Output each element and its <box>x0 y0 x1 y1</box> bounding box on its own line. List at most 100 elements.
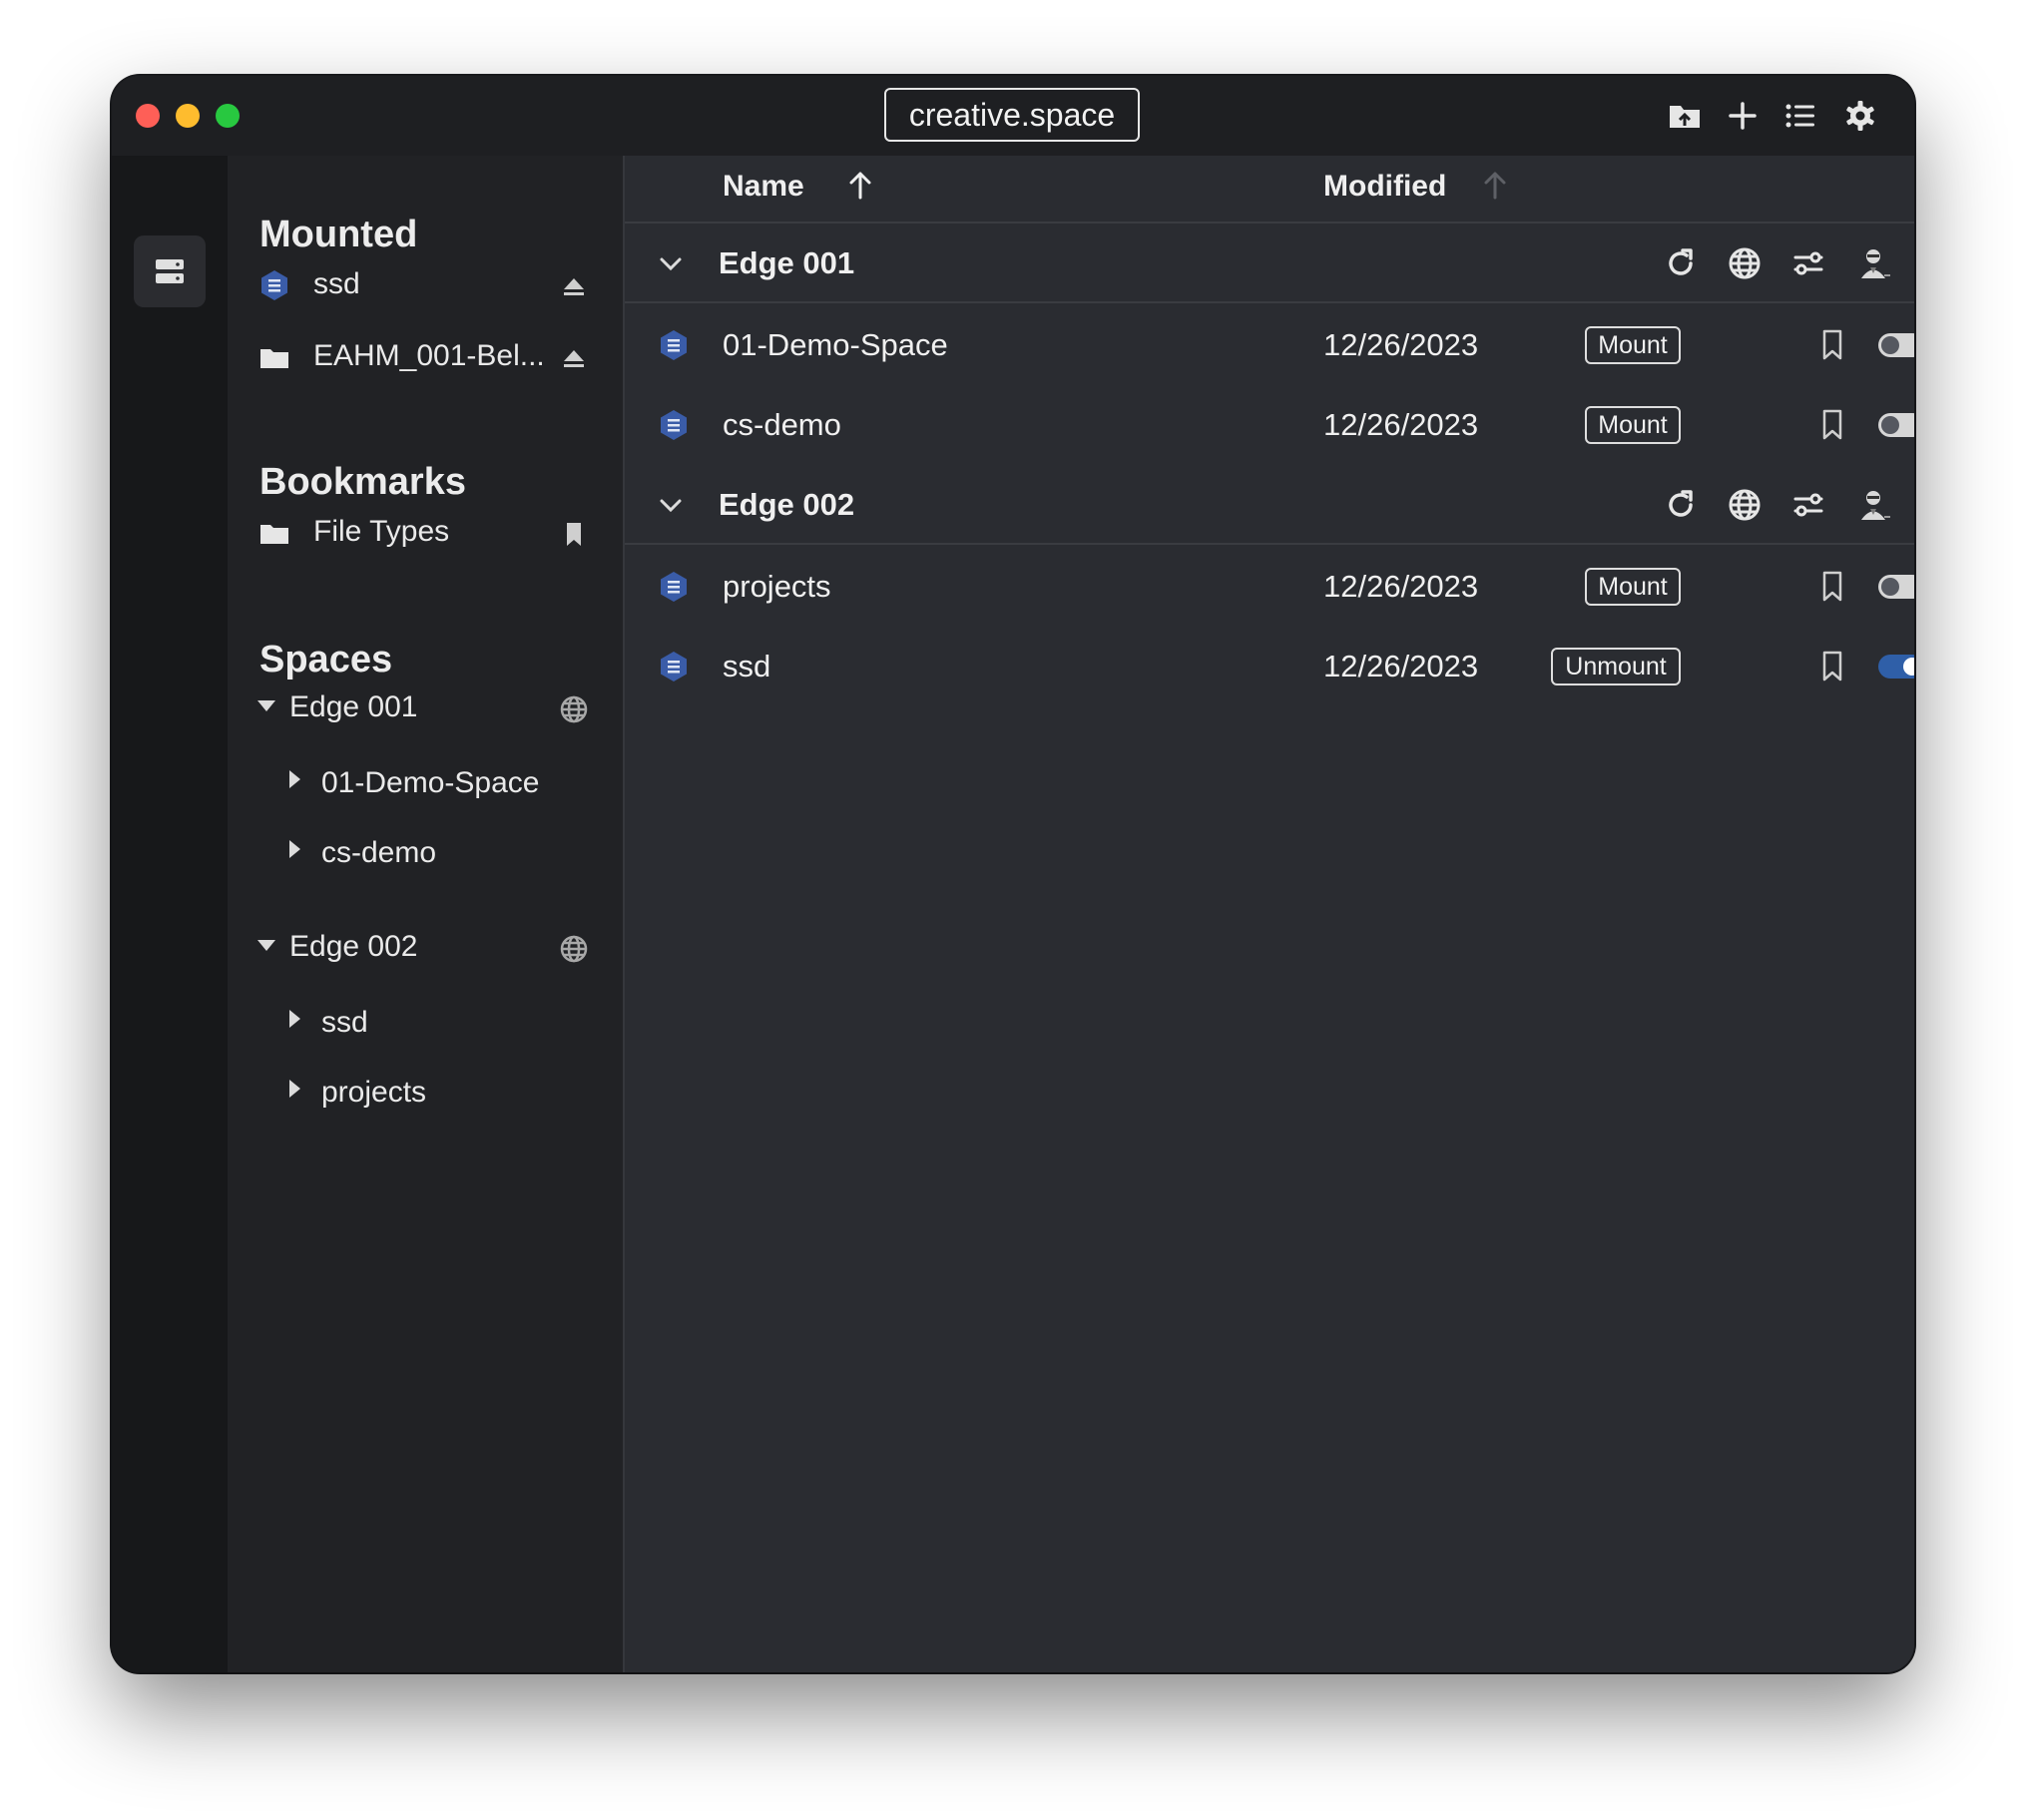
close-window-button[interactable] <box>136 104 160 128</box>
sliders-icon[interactable] <box>1790 487 1826 523</box>
unmount-button[interactable]: Unmount <box>1551 648 1681 685</box>
group-header-edge-001[interactable]: Edge 001 <box>625 224 1914 303</box>
toggle-knob <box>1881 578 1899 596</box>
space-item-label: ssd <box>321 1006 368 1039</box>
mounted-heading: Mounted <box>259 214 418 255</box>
group-header-edge-002[interactable]: Edge 002 <box>625 465 1914 545</box>
eject-icon[interactable] <box>559 343 589 373</box>
bookmarks-heading: Bookmarks <box>259 461 466 503</box>
mounted-item-label: EAHM_001-Bel... <box>313 339 545 372</box>
mounted-item-ssd[interactable]: ssd <box>228 257 623 313</box>
row-modified: 12/26/2023 <box>1323 649 1479 683</box>
space-item-cs-demo[interactable]: cs-demo <box>228 826 623 882</box>
bookmark-icon[interactable] <box>559 519 589 549</box>
upload-folder-icon[interactable] <box>1667 98 1703 134</box>
sort-inactive-icon[interactable] <box>1481 170 1509 202</box>
drive-icon <box>659 571 689 603</box>
space-row-projects[interactable]: projects 12/26/2023 Mount <box>625 547 1914 627</box>
caret-right-icon[interactable] <box>289 1080 300 1098</box>
row-name: cs-demo <box>723 407 841 442</box>
avatar[interactable] <box>1856 245 1892 281</box>
space-item-projects[interactable]: projects <box>228 1066 623 1122</box>
caret-right-icon[interactable] <box>289 840 300 858</box>
window-title: creative.space <box>884 88 1140 142</box>
toggle-knob <box>1881 336 1899 354</box>
refresh-icon[interactable] <box>1663 245 1699 281</box>
mount-toggle[interactable] <box>1878 333 1914 357</box>
server-icon <box>156 259 184 283</box>
name-column-header[interactable]: Name <box>723 170 804 204</box>
row-modified: 12/26/2023 <box>1323 327 1479 362</box>
drive-icon <box>259 269 289 301</box>
bookmark-item-label: File Types <box>313 515 450 548</box>
caret-down-icon[interactable] <box>257 700 275 711</box>
space-row-cs-demo[interactable]: cs-demo 12/26/2023 Mount <box>625 385 1914 465</box>
space-item-label: 01-Demo-Space <box>321 766 540 799</box>
sort-ascending-icon[interactable] <box>846 170 874 202</box>
mount-button[interactable]: Mount <box>1585 568 1681 606</box>
toggle-knob <box>1903 658 1914 676</box>
modified-column-header[interactable]: Modified <box>1323 170 1446 204</box>
mounted-item-eahm[interactable]: EAHM_001-Bel... <box>228 329 623 385</box>
group-name: Edge 002 <box>719 487 855 522</box>
sliders-icon[interactable] <box>1790 245 1826 281</box>
space-item-label: projects <box>321 1076 427 1109</box>
globe-icon[interactable] <box>1727 487 1763 523</box>
mount-toggle[interactable] <box>1878 413 1914 437</box>
spaces-heading: Spaces <box>259 639 393 681</box>
title-bar: creative.space <box>112 76 1914 156</box>
row-modified: 12/26/2023 <box>1323 569 1479 604</box>
drive-icon <box>659 409 689 441</box>
space-group-edge-002[interactable]: Edge 002 <box>228 920 623 976</box>
row-name: projects <box>723 569 831 604</box>
space-row-01-demo-space[interactable]: 01-Demo-Space 12/26/2023 Mount <box>625 305 1914 385</box>
globe-icon[interactable] <box>559 694 589 724</box>
space-group-edge-001[interactable]: Edge 001 <box>228 681 623 736</box>
folder-icon <box>259 517 289 549</box>
space-item-01-demo-space[interactable]: 01-Demo-Space <box>228 756 623 812</box>
bookmark-icon[interactable] <box>1818 407 1846 443</box>
nav-rail <box>112 156 228 1672</box>
mount-toggle[interactable] <box>1878 575 1914 599</box>
avatar[interactable] <box>1856 487 1892 523</box>
column-header: Name Modified <box>625 156 1914 224</box>
row-name: ssd <box>723 649 771 683</box>
eject-icon[interactable] <box>559 271 589 301</box>
chevron-down-icon[interactable] <box>657 249 685 277</box>
zoom-window-button[interactable] <box>216 104 240 128</box>
sidebar: Mounted ssd EAHM_001-Bel... Bookmarks Fi… <box>228 156 625 1672</box>
drive-icon <box>659 651 689 682</box>
refresh-icon[interactable] <box>1663 487 1699 523</box>
list-view-icon[interactable] <box>1782 98 1818 134</box>
globe-icon[interactable] <box>1727 245 1763 281</box>
plus-icon[interactable] <box>1725 98 1761 134</box>
main-panel: Name Modified Edge 001 01-Demo-Space 12/… <box>625 156 1914 1672</box>
space-row-ssd[interactable]: ssd 12/26/2023 Unmount <box>625 627 1914 706</box>
toggle-knob <box>1881 416 1899 434</box>
row-modified: 12/26/2023 <box>1323 407 1479 442</box>
bookmark-icon[interactable] <box>1818 569 1846 605</box>
app-window: creative.space Mounted ssd EAHM_001-Bel.… <box>112 76 1914 1672</box>
servers-nav-button[interactable] <box>134 235 206 307</box>
mount-button[interactable]: Mount <box>1585 406 1681 444</box>
mount-toggle[interactable] <box>1878 655 1914 679</box>
bookmark-icon[interactable] <box>1818 327 1846 363</box>
group-name: Edge 001 <box>719 245 855 280</box>
minimize-window-button[interactable] <box>176 104 200 128</box>
mount-button[interactable]: Mount <box>1585 326 1681 364</box>
globe-icon[interactable] <box>559 934 589 964</box>
bookmark-item-file-types[interactable]: File Types <box>228 505 623 561</box>
gear-icon[interactable] <box>1842 98 1878 134</box>
row-name: 01-Demo-Space <box>723 327 948 362</box>
space-group-label: Edge 001 <box>289 690 418 723</box>
space-item-ssd[interactable]: ssd <box>228 996 623 1052</box>
space-item-label: cs-demo <box>321 836 437 869</box>
mounted-item-label: ssd <box>313 267 360 300</box>
caret-right-icon[interactable] <box>289 1010 300 1028</box>
caret-right-icon[interactable] <box>289 770 300 788</box>
caret-down-icon[interactable] <box>257 940 275 951</box>
folder-icon <box>259 341 289 373</box>
bookmark-icon[interactable] <box>1818 649 1846 684</box>
space-group-label: Edge 002 <box>289 930 418 963</box>
chevron-down-icon[interactable] <box>657 491 685 519</box>
